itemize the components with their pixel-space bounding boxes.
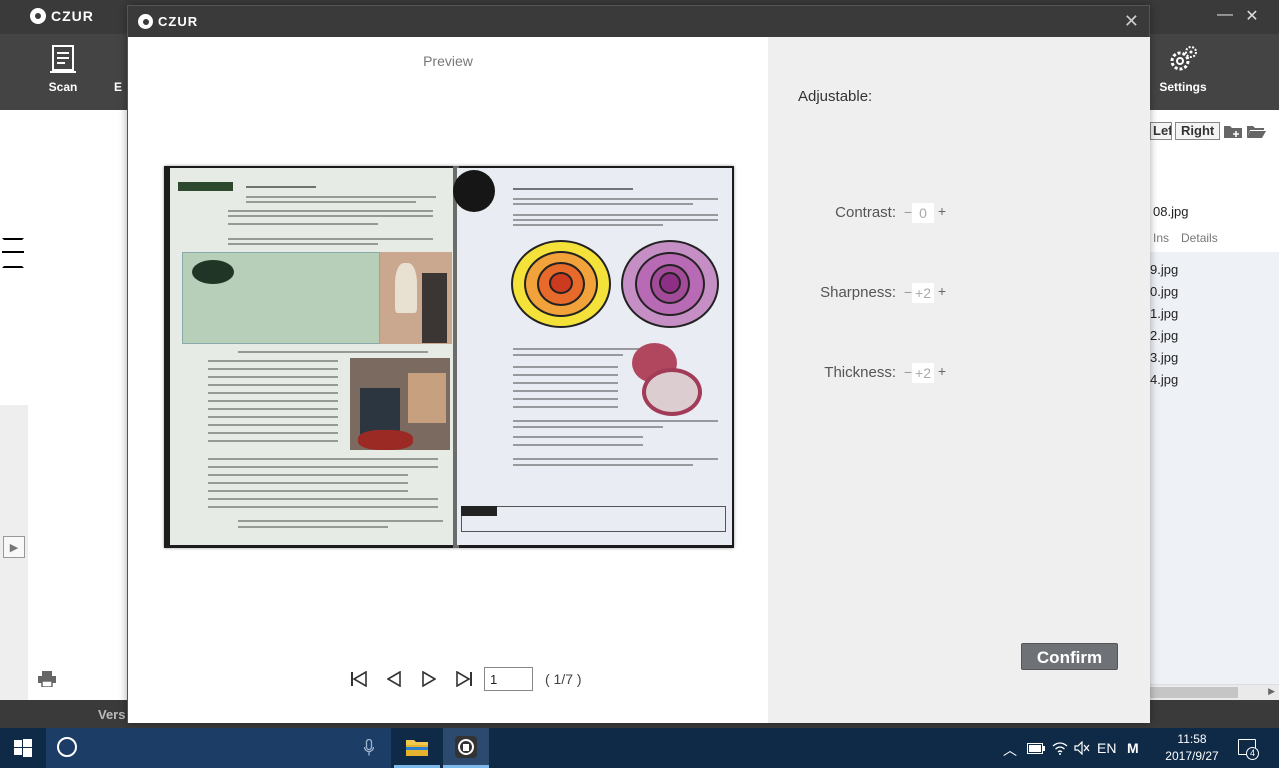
version-label: Vers [98,707,126,722]
file-list-item[interactable]: 0.jpg [1150,284,1178,299]
sharpness-label: Sharpness: [820,284,896,301]
printer-icon[interactable] [38,671,56,687]
thickness-decrease-button[interactable]: − [904,364,912,380]
sharpness-control: Sharpness: − +2 + [768,282,948,304]
microphone-icon[interactable] [364,739,374,756]
contrast-increase-button[interactable]: + [936,203,948,219]
minimize-button[interactable]: — [1213,6,1237,24]
sharpness-decrease-button[interactable]: − [904,284,912,300]
file-explorer-taskbar-button[interactable] [394,728,440,768]
windows-icon [14,739,32,757]
czur-taskbar-button[interactable] [443,728,489,768]
thickness-increase-button[interactable]: + [936,363,948,379]
preview-pane: Preview 1 (1/7) [128,37,768,723]
previous-page-button[interactable] [376,667,411,691]
current-file-name: 08.jpg [1153,204,1189,219]
file-list-item[interactable]: 4.jpg [1150,372,1178,387]
preview-label: Preview [423,53,473,69]
page-number-input[interactable] [484,667,533,691]
rotate-controls: Left Right [1150,122,1267,140]
file-header: 08.jpg Ins Details [1150,196,1279,252]
dialog-titlebar: CZUR ✕ [128,6,1149,37]
gear-icon [1170,46,1197,71]
rotate-left-button[interactable]: Left [1150,122,1172,140]
czur-app-icon [455,735,477,758]
adjustable-heading: Adjustable: [798,88,873,105]
first-page-button[interactable] [341,667,376,691]
cortana-icon[interactable] [57,737,77,757]
crop-icon[interactable] [2,238,24,268]
clock-time: 11:58 [1177,732,1207,746]
scan-icon [50,45,76,73]
clock-date: 2017/9/27 [1165,749,1219,763]
horizontal-scrollbar[interactable]: ▶ [1150,684,1279,700]
file-list-item[interactable]: 9.jpg [1150,262,1178,277]
toolbar-partial-label: E [113,80,122,94]
language-indicator[interactable]: EN [1097,740,1116,756]
next-page-icon [421,671,436,687]
first-page-icon [350,671,367,687]
file-list-item[interactable]: 3.jpg [1150,350,1178,365]
file-list-item[interactable]: 1.jpg [1150,306,1178,321]
rotate-right-button[interactable]: Right [1175,122,1221,140]
play-icon: ▶ [9,541,19,554]
contrast-label: Contrast: [835,204,896,221]
wifi-icon[interactable] [1052,741,1068,755]
taskbar-clock[interactable]: 11:58 2017/9/27 [1152,731,1232,765]
thickness-control: Thickness: − +2 + [768,362,948,384]
close-app-button[interactable]: ✕ [1240,6,1264,26]
file-tabs: Ins Details [1153,231,1218,245]
app-logo: CZUR [30,8,94,24]
contrast-control: Contrast: − 0 + [768,202,948,224]
settings-button[interactable]: Settings [1148,44,1218,94]
czur-logo-icon [30,8,46,24]
page-total-label: ( 1/7 ) [545,671,582,687]
tab-ins[interactable]: Ins [1153,231,1169,245]
taskbar: ︿ EN M 11:58 2017/9/27 4 [0,728,1279,768]
notification-badge: 4 [1246,747,1259,760]
dialog-close-button[interactable]: ✕ [1124,11,1139,32]
scrollbar-thumb[interactable] [1150,687,1238,698]
taskbar-search[interactable] [46,728,391,768]
thickness-value[interactable]: +2 [912,363,934,383]
folder-icon [406,739,428,756]
preview-image [164,166,734,548]
previous-page-icon [386,671,401,687]
contrast-decrease-button[interactable]: − [904,204,912,220]
process-dialog: CZUR ✕ Preview 1 (1/7) Adjustable: Con… [127,5,1150,723]
sharpness-value[interactable]: +2 [912,283,934,303]
contrast-value[interactable]: 0 [912,203,934,223]
file-list-item[interactable]: 2.jpg [1150,328,1178,343]
scroll-right-icon[interactable]: ▶ [1268,686,1275,697]
last-page-icon [455,671,472,687]
start-button[interactable] [0,728,46,768]
thickness-label: Thickness: [824,364,896,381]
battery-icon[interactable] [1027,743,1045,754]
sharpness-increase-button[interactable]: + [936,283,948,299]
open-folder-icon[interactable] [1246,124,1267,139]
dialog-logo: CZUR [138,14,198,29]
book-page-right [453,168,732,545]
confirm-button[interactable]: Confirm [1021,643,1118,670]
tab-details[interactable]: Details [1181,231,1218,245]
settings-pane: Adjustable: Contrast: − 0 + Sharpness: −… [768,37,1150,723]
book-page-left [170,168,455,545]
next-page-button[interactable] [411,667,446,691]
volume-muted-icon[interactable] [1074,741,1090,755]
add-folder-icon[interactable] [1223,124,1243,139]
last-page-button[interactable] [446,667,481,691]
page-navigation: ( 1/7 ) [341,667,582,691]
scan-button[interactable]: Scan [28,44,98,94]
czur-logo-icon [138,14,153,29]
ime-indicator[interactable]: M [1127,740,1139,756]
play-button[interactable]: ▶ [3,536,25,558]
tray-chevron-up-icon[interactable]: ︿ [1003,740,1017,760]
